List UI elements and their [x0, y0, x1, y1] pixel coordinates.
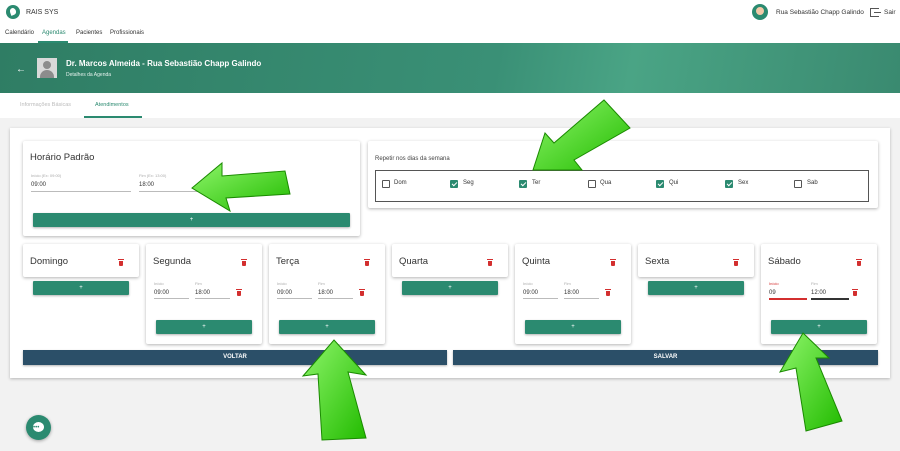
- end-time-label: Fim: [811, 281, 818, 286]
- page-subtitle: Detalhes da Agenda: [66, 72, 112, 78]
- day-title-domingo: Domingo: [30, 256, 69, 267]
- doctor-avatar: [37, 58, 57, 78]
- add-time-button-terca[interactable]: +: [279, 320, 375, 334]
- checkbox-qui[interactable]: [656, 180, 664, 188]
- add-time-button-sabado[interactable]: +: [771, 320, 867, 334]
- nav-item-profissionais[interactable]: Profissionais: [110, 30, 144, 36]
- tab-bar: Informações Básicas Atendimentos: [0, 93, 900, 118]
- start-time-label: Início: [154, 281, 164, 286]
- add-time-button-quinta[interactable]: +: [525, 320, 621, 334]
- checkbox-seg[interactable]: [450, 180, 458, 188]
- day-label-sab: Sab: [807, 180, 818, 186]
- logout-icon[interactable]: [870, 8, 881, 17]
- start-time-label: Início: [523, 281, 533, 286]
- checkbox-sex[interactable]: [725, 180, 733, 188]
- start-time-underline: [31, 191, 131, 192]
- start-time-label: Início (Ex: 09:00): [31, 173, 62, 178]
- tab-atendimentos[interactable]: Atendimentos: [95, 102, 129, 108]
- end-time-input[interactable]: 18:00: [139, 182, 154, 188]
- save-button[interactable]: SALVAR: [453, 350, 878, 365]
- horario-padrao-title: Horário Padrão: [30, 152, 95, 163]
- repeat-days-label: Repetir nos dias da semana: [375, 156, 450, 162]
- delete-icon[interactable]: [733, 259, 739, 266]
- back-button[interactable]: VOLTAR: [23, 350, 447, 365]
- day-label-sex: Sex: [738, 180, 749, 186]
- delete-icon[interactable]: [241, 259, 247, 266]
- delete-time-icon[interactable]: [852, 289, 858, 296]
- field-underline-focused: [811, 298, 849, 300]
- end-time-input-quinta[interactable]: 18:00: [564, 290, 579, 296]
- start-time-label: Início: [769, 281, 779, 286]
- top-bar: RAIS SYS Rua Sebastião Chapp Galindo Sai…: [0, 0, 900, 27]
- day-title-quarta: Quarta: [399, 256, 429, 267]
- day-title-sabado: Sábado: [768, 256, 801, 267]
- day-label-seg: Seg: [463, 180, 474, 186]
- day-label-qui: Qui: [669, 180, 679, 186]
- end-time-label: Fim (Ex: 13:00): [139, 173, 167, 178]
- field-underline: [564, 298, 599, 299]
- page-title: Dr. Marcos Almeida - Rua Sebastião Chapp…: [66, 59, 262, 68]
- field-underline: [154, 298, 189, 299]
- delete-time-icon[interactable]: [605, 289, 611, 296]
- tab-informacoes-basicas[interactable]: Informações Básicas: [20, 102, 71, 108]
- start-time-input-segunda[interactable]: 09:00: [154, 290, 169, 296]
- add-time-button-sexta[interactable]: +: [648, 281, 744, 295]
- app-logo-icon[interactable]: [6, 5, 20, 19]
- nav-item-agendas[interactable]: Agendas: [42, 30, 66, 36]
- app-name: RAIS SYS: [26, 9, 59, 16]
- header-banner: [0, 43, 900, 93]
- start-time-input-sabado[interactable]: 09: [769, 290, 776, 296]
- day-title-terca: Terça: [276, 256, 300, 267]
- end-time-input-segunda[interactable]: 18:00: [195, 290, 210, 296]
- end-time-underline: [139, 191, 199, 192]
- add-default-time-button[interactable]: +: [33, 213, 350, 227]
- user-avatar[interactable]: [752, 4, 768, 20]
- field-underline: [318, 298, 353, 299]
- end-time-label: Fim: [318, 281, 325, 286]
- chat-icon[interactable]: •••: [33, 425, 39, 431]
- field-underline: [523, 298, 558, 299]
- logout-label[interactable]: Sair: [884, 9, 896, 16]
- nav-item-calendario[interactable]: Calendário: [5, 30, 34, 36]
- day-title-quinta: Quinta: [522, 256, 550, 267]
- field-underline-error: [769, 298, 807, 300]
- tab-active-indicator: [84, 116, 142, 118]
- main-nav: Calendário Agendas Pacientes Profissiona…: [0, 27, 900, 43]
- end-time-label: Fim: [564, 281, 571, 286]
- start-time-input[interactable]: 09:00: [31, 182, 46, 188]
- field-underline: [277, 298, 312, 299]
- start-time-input-terca[interactable]: 09:00: [277, 290, 292, 296]
- delete-icon[interactable]: [487, 259, 493, 266]
- delete-time-icon[interactable]: [236, 289, 242, 296]
- add-time-button-quarta[interactable]: +: [402, 281, 498, 295]
- delete-icon[interactable]: [118, 259, 124, 266]
- field-underline: [195, 298, 230, 299]
- day-title-sexta: Sexta: [645, 256, 670, 267]
- end-time-input-terca[interactable]: 18:00: [318, 290, 333, 296]
- checkbox-qua[interactable]: [588, 180, 596, 188]
- delete-icon[interactable]: [856, 259, 862, 266]
- checkbox-dom[interactable]: [382, 180, 390, 188]
- delete-time-icon[interactable]: [359, 289, 365, 296]
- end-time-input-sabado[interactable]: 12:00: [811, 290, 826, 296]
- day-label-dom: Dom: [394, 180, 407, 186]
- day-label-qua: Qua: [600, 180, 612, 186]
- day-label-ter: Ter: [532, 180, 541, 186]
- checkbox-sab[interactable]: [794, 180, 802, 188]
- nav-item-pacientes[interactable]: Pacientes: [76, 30, 102, 36]
- add-time-button-domingo[interactable]: +: [33, 281, 129, 295]
- add-time-button-segunda[interactable]: +: [156, 320, 252, 334]
- day-title-segunda: Segunda: [153, 256, 192, 267]
- end-time-label: Fim: [195, 281, 202, 286]
- delete-icon[interactable]: [610, 259, 616, 266]
- arrow-left-icon[interactable]: ←: [16, 64, 26, 75]
- start-time-label: Início: [277, 281, 287, 286]
- start-time-input-quinta[interactable]: 09:00: [523, 290, 538, 296]
- user-name[interactable]: Rua Sebastião Chapp Galindo: [776, 9, 864, 16]
- checkbox-ter[interactable]: [519, 180, 527, 188]
- delete-icon[interactable]: [364, 259, 370, 266]
